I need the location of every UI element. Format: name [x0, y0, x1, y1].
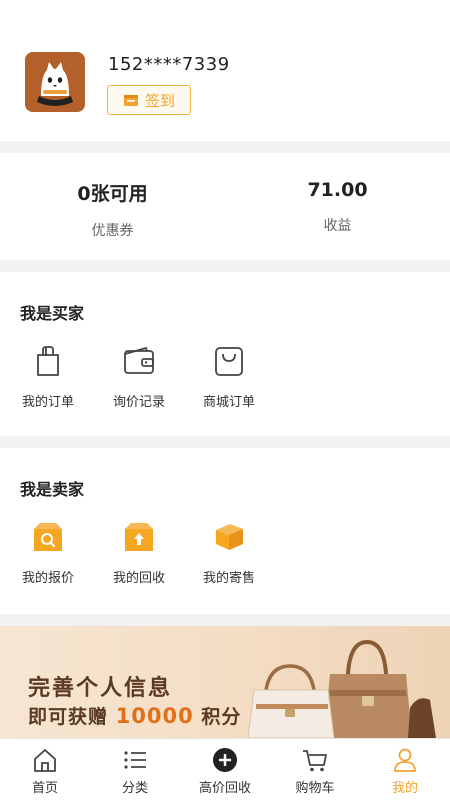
- seller-title: 我是卖家: [20, 480, 85, 499]
- banner-prefix: 即可获赠: [28, 706, 109, 728]
- my-consignment-item[interactable]: 我的寄售: [189, 520, 269, 586]
- banner-subline: 即可获赠 10000 积分: [28, 702, 241, 729]
- recycle-box-icon: [125, 523, 153, 551]
- profile-promo-banner[interactable]: 完善个人信息 即可获赠 10000 积分: [0, 626, 450, 738]
- consign-box-icon: [216, 524, 243, 550]
- tab-mine[interactable]: 我的: [360, 739, 450, 800]
- seller-panel: 我是卖家 我的报价 我的回收 我的寄售: [0, 448, 450, 614]
- coupon-count: 0张可用: [77, 183, 148, 205]
- my-orders-item[interactable]: 我的订单: [8, 344, 88, 410]
- coupon-stat[interactable]: 0张可用 优惠券: [0, 153, 225, 260]
- earnings-amount: 71.00: [307, 179, 368, 201]
- shopping-bag-icon: [215, 347, 243, 376]
- tab-cart-label: 购物车: [295, 781, 335, 796]
- tab-recycle-label: 高价回收: [198, 781, 251, 796]
- category-list-icon: [124, 751, 146, 769]
- signin-button[interactable]: 签到: [107, 85, 191, 115]
- banner-headline: 完善个人信息: [28, 676, 173, 701]
- my-quotes-item[interactable]: 我的报价: [8, 520, 88, 586]
- buyer-panel: 我是买家 我的订单 询价记录 商城订单: [0, 272, 450, 436]
- quote-box-icon: [34, 523, 62, 551]
- my-consignment-label: 我的寄售: [202, 571, 255, 586]
- handbags-illustration: [247, 639, 436, 738]
- earnings-stat[interactable]: 71.00 收益: [225, 153, 450, 260]
- plus-circle-icon: [213, 748, 237, 772]
- avatar[interactable]: [25, 52, 85, 112]
- cat-avatar-icon: [25, 52, 85, 112]
- mall-orders-item[interactable]: 商城订单: [189, 344, 269, 410]
- my-recycle-item[interactable]: 我的回收: [99, 520, 179, 586]
- calendar-icon: [123, 95, 138, 106]
- stats-panel: 0张可用 优惠券 71.00 收益: [0, 153, 450, 260]
- profile-header: 152****7339 签到: [0, 0, 450, 141]
- user-icon: [394, 748, 416, 772]
- tab-category-label: 分类: [121, 781, 148, 796]
- tab-category[interactable]: 分类: [90, 739, 180, 800]
- earnings-label: 收益: [323, 218, 352, 234]
- bottom-tab-bar: 首页 分类 高价回收 购物车 我的: [0, 738, 450, 800]
- banner-points: 10000: [115, 704, 194, 728]
- coupon-label: 优惠券: [91, 223, 134, 239]
- order-bag-icon: [37, 346, 59, 376]
- signin-label: 签到: [144, 91, 175, 110]
- cart-icon: [303, 750, 327, 772]
- inquiry-records-label: 询价记录: [112, 395, 165, 410]
- inquiry-records-item[interactable]: 询价记录: [99, 344, 179, 410]
- my-quotes-label: 我的报价: [21, 571, 74, 586]
- home-icon: [34, 749, 56, 772]
- my-orders-label: 我的订单: [21, 395, 74, 410]
- my-recycle-label: 我的回收: [112, 571, 165, 586]
- user-phone: 152****7339: [108, 54, 230, 75]
- wallet-icon: [124, 346, 154, 374]
- tab-cart[interactable]: 购物车: [270, 739, 360, 800]
- tab-mine-label: 我的: [391, 781, 418, 796]
- mall-orders-label: 商城订单: [202, 395, 255, 410]
- tab-home[interactable]: 首页: [0, 739, 90, 800]
- buyer-title: 我是买家: [20, 304, 85, 323]
- tab-recycle[interactable]: 高价回收: [180, 739, 270, 800]
- tab-home-label: 首页: [31, 781, 58, 796]
